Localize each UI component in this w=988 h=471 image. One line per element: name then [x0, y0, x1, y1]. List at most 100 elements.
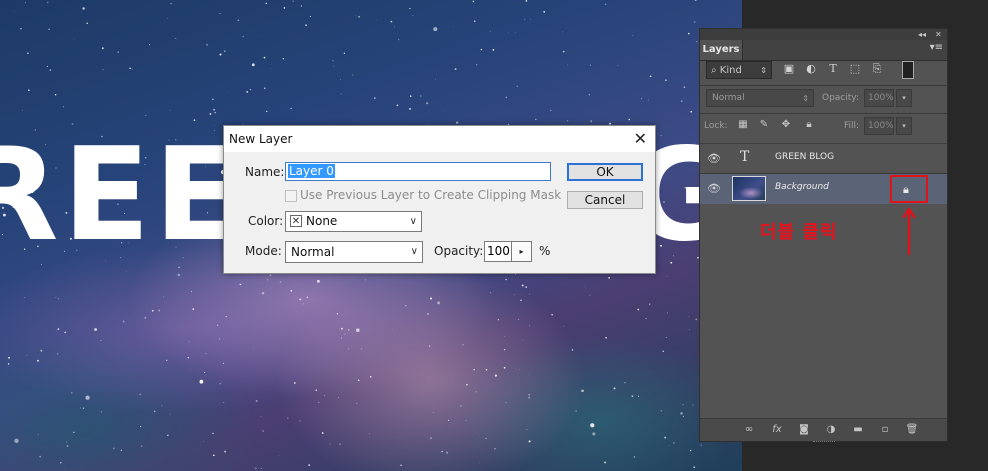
star	[562, 50, 565, 53]
star	[86, 22, 88, 25]
no-color-icon: ✕	[290, 215, 302, 227]
star	[55, 296, 57, 298]
star	[209, 113, 212, 115]
star	[151, 309, 154, 312]
cancel-button[interactable]: Cancel	[567, 191, 643, 209]
new-layer-icon[interactable]: ▫	[878, 423, 892, 437]
link-layers-icon[interactable]: ∞	[742, 423, 756, 437]
clipping-mask-label: Use Previous Layer to Create Clipping Ma…	[300, 188, 562, 202]
star	[473, 368, 475, 371]
fill-dropdown-icon[interactable]: ▾	[896, 117, 912, 135]
close-icon[interactable]: ✕	[634, 129, 647, 148]
fill-field[interactable]: 100%	[864, 117, 894, 135]
kind-label: Kind	[719, 65, 742, 76]
star	[528, 372, 530, 374]
star	[492, 49, 495, 51]
star	[519, 368, 520, 370]
visibility-eye-icon[interactable]: 👁︎	[707, 182, 721, 196]
layer-name[interactable]: GREEN BLOG	[775, 152, 834, 162]
ok-button[interactable]: OK	[567, 163, 643, 181]
blend-mode-select[interactable]: Normal ⇕	[706, 89, 814, 107]
star	[217, 324, 219, 326]
panel-menu-icon[interactable]: ▾≡	[930, 42, 943, 53]
star	[361, 348, 363, 350]
star	[153, 410, 156, 413]
lock-transparency-icon[interactable]: ▦	[737, 119, 749, 131]
background-lock-button[interactable]: 🔒︎	[890, 175, 928, 203]
star	[485, 437, 487, 440]
star	[694, 0, 697, 1]
star	[693, 466, 695, 468]
layer-name[interactable]: Background	[775, 182, 829, 192]
adjustment-filter-icon[interactable]: ◐	[804, 62, 818, 76]
star	[505, 278, 507, 281]
visibility-eye-icon[interactable]: 👁︎	[707, 152, 721, 166]
lock-all-icon[interactable]: 🔒︎	[803, 119, 815, 131]
fx-icon[interactable]: fx	[770, 423, 784, 437]
star	[516, 85, 518, 87]
panel-close-icon[interactable]: ✕	[935, 29, 942, 40]
star	[269, 274, 272, 277]
layer-row-text[interactable]: 👁︎ T GREEN BLOG	[700, 143, 947, 174]
star	[70, 391, 73, 394]
opacity-field[interactable]: 100%	[864, 89, 894, 107]
star	[341, 337, 343, 339]
star	[682, 416, 684, 417]
lock-brush-icon[interactable]: ✎	[758, 119, 770, 131]
star	[177, 273, 181, 277]
lock-move-icon[interactable]: ✥	[780, 119, 792, 131]
star	[472, 435, 474, 436]
star	[528, 397, 530, 399]
star	[20, 27, 22, 30]
add-mask-icon[interactable]: ◙	[797, 423, 811, 437]
adjustment-layer-icon[interactable]: ◑	[824, 423, 838, 437]
star	[563, 325, 565, 327]
star	[494, 374, 497, 377]
mode-label: Mode:	[245, 244, 282, 258]
filter-toggle-icon[interactable]	[902, 61, 914, 79]
layer-row-background[interactable]: 👁︎ Background 🔒︎	[700, 173, 947, 204]
star	[261, 292, 265, 295]
star	[660, 409, 663, 412]
star	[695, 318, 698, 321]
shape-filter-icon[interactable]: ⬚	[848, 62, 862, 76]
star	[430, 437, 432, 439]
image-filter-icon[interactable]: ▣	[782, 62, 796, 76]
star	[567, 64, 569, 66]
star	[56, 352, 59, 355]
mode-select[interactable]: Normal ∨	[285, 241, 423, 263]
star	[57, 298, 59, 300]
layer-name-input[interactable]: Layer 0	[285, 162, 551, 181]
opacity-slider-button[interactable]: ▸	[511, 241, 532, 262]
star	[631, 395, 634, 398]
star	[79, 407, 81, 409]
color-select[interactable]: ✕ None ∨	[285, 211, 422, 232]
star	[480, 48, 483, 51]
opacity-input[interactable]: 100	[484, 241, 512, 262]
collapse-icon[interactable]: ◂◂	[918, 29, 926, 40]
star	[223, 50, 226, 53]
clipping-mask-checkbox[interactable]	[285, 190, 297, 202]
star	[465, 420, 467, 421]
star	[60, 462, 62, 464]
trash-icon[interactable]: 🗑︎	[905, 423, 919, 437]
star	[566, 119, 569, 122]
star	[46, 1, 49, 4]
star	[562, 31, 564, 33]
type-filter-icon[interactable]: T	[826, 62, 840, 76]
star	[412, 15, 414, 17]
star	[398, 39, 400, 41]
star	[203, 441, 205, 442]
dialog-titlebar[interactable]: New Layer ✕	[224, 126, 655, 152]
star	[188, 341, 190, 343]
kind-filter-select[interactable]: ⌕ Kind ⇕	[706, 61, 772, 79]
star	[550, 109, 552, 112]
star	[66, 445, 69, 447]
tab-layers[interactable]: Layers	[700, 40, 743, 60]
star	[219, 13, 221, 15]
star	[358, 15, 360, 18]
group-folder-icon[interactable]: ▬	[851, 423, 865, 437]
star	[522, 339, 523, 341]
smartobject-filter-icon[interactable]: ⎘	[870, 62, 884, 76]
opacity-dropdown-icon[interactable]: ▾	[896, 89, 912, 107]
